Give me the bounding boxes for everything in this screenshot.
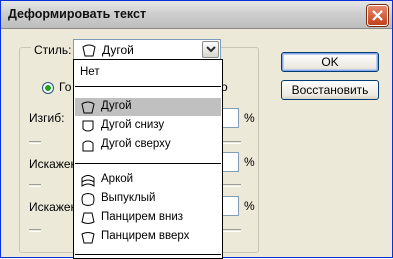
dropdown-item-arc-upper[interactable]: Дугой сверху bbox=[75, 136, 221, 154]
dropdown-item-label: Нет bbox=[80, 66, 100, 78]
horizontal-distortion-slider[interactable] bbox=[29, 184, 41, 187]
vertical-distortion-label: Искажен bbox=[29, 200, 78, 214]
style-value: Дугой bbox=[102, 43, 134, 57]
dropdown-item-label: Дугой снизу bbox=[101, 119, 165, 131]
vertical-distortion-slider[interactable] bbox=[29, 229, 41, 232]
dropdown-separator bbox=[75, 163, 221, 164]
bend-input[interactable] bbox=[221, 108, 239, 128]
combobox-dropdown-button[interactable] bbox=[202, 41, 219, 58]
dropdown-item-label: Панцирем вверх bbox=[101, 230, 190, 242]
horizontal-distortion-unit: % bbox=[244, 155, 255, 169]
dropdown-item-arch[interactable]: Аркой bbox=[75, 171, 221, 189]
bend-slider[interactable] bbox=[29, 141, 41, 144]
close-button[interactable] bbox=[367, 5, 388, 26]
bend-unit: % bbox=[244, 111, 255, 125]
chevron-down-icon bbox=[206, 46, 216, 53]
dropdown-item-label: Панцирем вниз bbox=[101, 211, 184, 223]
title-bar[interactable]: Деформировать текст bbox=[1, 1, 392, 29]
vertical-distortion-input[interactable] bbox=[221, 196, 239, 216]
bend-slider-right[interactable] bbox=[223, 141, 241, 144]
dropdown-item-bulge[interactable]: Выпуклый bbox=[75, 190, 221, 208]
dropdown-item-label: Аркой bbox=[101, 173, 134, 185]
ok-button[interactable]: OK bbox=[281, 52, 379, 72]
reset-button[interactable]: Восстановить bbox=[281, 80, 379, 100]
dropdown-item-label: Дугой сверху bbox=[101, 138, 171, 150]
window-title: Деформировать текст bbox=[8, 7, 147, 21]
close-icon bbox=[372, 10, 383, 21]
vertical-distortion-unit: % bbox=[244, 199, 255, 213]
dropdown-item-label: Дугой bbox=[101, 100, 132, 112]
style-combobox[interactable]: Дугой bbox=[73, 39, 221, 60]
dropdown-item-label: Выпуклый bbox=[101, 192, 156, 204]
arc-shape-icon bbox=[82, 44, 96, 57]
arc-lower-shape-icon bbox=[82, 120, 94, 132]
horizontal-radio[interactable] bbox=[42, 82, 54, 94]
warp-text-dialog: Деформировать текст Стиль: Дугой Го о Из… bbox=[0, 0, 393, 259]
horizontal-distortion-slider-right[interactable] bbox=[223, 184, 241, 187]
arc-shape-icon bbox=[81, 101, 95, 114]
horizontal-distortion-label: Искажен bbox=[29, 157, 78, 171]
arch-shape-icon bbox=[81, 175, 95, 187]
bulge-shape-icon bbox=[81, 193, 95, 206]
bend-label: Изгиб: bbox=[29, 111, 65, 125]
dropdown-separator bbox=[75, 254, 221, 255]
shell-lower-shape-icon bbox=[81, 212, 95, 224]
dropdown-item-arc[interactable]: Дугой bbox=[75, 98, 221, 116]
vertical-distortion-slider-right[interactable] bbox=[223, 229, 241, 232]
horizontal-radio-label: Го bbox=[59, 80, 72, 94]
dropdown-item-none[interactable]: Нет bbox=[75, 64, 221, 82]
dropdown-item-arc-lower[interactable]: Дугой снизу bbox=[75, 117, 221, 135]
dropdown-item-shell-upper[interactable]: Панцирем вверх bbox=[75, 228, 221, 246]
style-dropdown-list: Нет Дугой Дугой снизу Дугой сверху Аркой… bbox=[73, 59, 223, 259]
arc-upper-shape-icon bbox=[82, 140, 94, 152]
dropdown-item-shell-lower[interactable]: Панцирем вниз bbox=[75, 209, 221, 227]
style-label: Стиль: bbox=[31, 43, 75, 57]
shell-upper-shape-icon bbox=[81, 232, 95, 244]
dropdown-separator bbox=[75, 86, 221, 87]
horizontal-distortion-input[interactable] bbox=[221, 152, 239, 172]
